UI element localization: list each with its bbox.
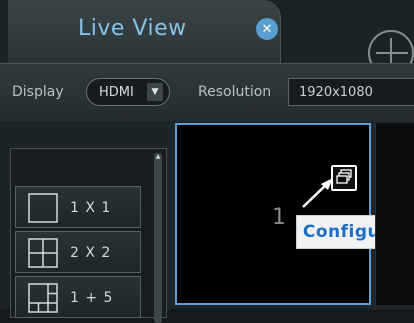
tab-live-view[interactable]: Live View ✕ — [8, 0, 281, 63]
layout-item-1x1[interactable]: 1 X 1 — [15, 186, 141, 228]
layout-label: 1 X 1 — [70, 200, 112, 216]
close-icon[interactable]: ✕ — [256, 18, 278, 40]
layout-label: 2 X 2 — [70, 245, 112, 261]
layout-1x1-icon — [28, 193, 58, 223]
video-cell[interactable] — [375, 123, 414, 305]
resolution-value: 1920x1080 — [299, 85, 373, 100]
layout-panel: 1 X 1 2 X 2 1 + 5 ▲ — [0, 121, 167, 323]
layout-2x2-icon — [28, 238, 58, 268]
display-value: HDMI — [99, 85, 134, 100]
resolution-field[interactable]: 1920x1080 — [288, 78, 414, 106]
display-settings-bar: Display HDMI ▼ Resolution 1920x1080 — [0, 63, 414, 122]
layout-label: 1 + 5 — [70, 290, 114, 306]
layout-item-2x2[interactable]: 2 X 2 — [15, 231, 141, 273]
tab-bar: Live View ✕ — [0, 0, 414, 76]
tab-title: Live View — [78, 16, 187, 41]
chevron-down-icon[interactable]: ▼ — [147, 83, 163, 101]
video-grid: 1 Configure — [167, 121, 414, 309]
display-label: Display — [12, 84, 64, 100]
layout-scrollbar[interactable]: ▲ — [154, 153, 162, 323]
video-cell-selected[interactable]: 1 Configure — [175, 123, 408, 305]
display-select[interactable]: HDMI ▼ — [86, 78, 170, 106]
callout-arrow-icon — [302, 178, 333, 208]
layout-item-1plus5[interactable]: 1 + 5 — [15, 276, 141, 318]
layout-list: 1 X 1 2 X 2 1 + 5 ▲ — [10, 148, 167, 323]
scroll-up-icon[interactable]: ▲ — [154, 153, 162, 161]
cell-number: 1 — [272, 205, 286, 230]
resolution-label: Resolution — [198, 84, 272, 100]
